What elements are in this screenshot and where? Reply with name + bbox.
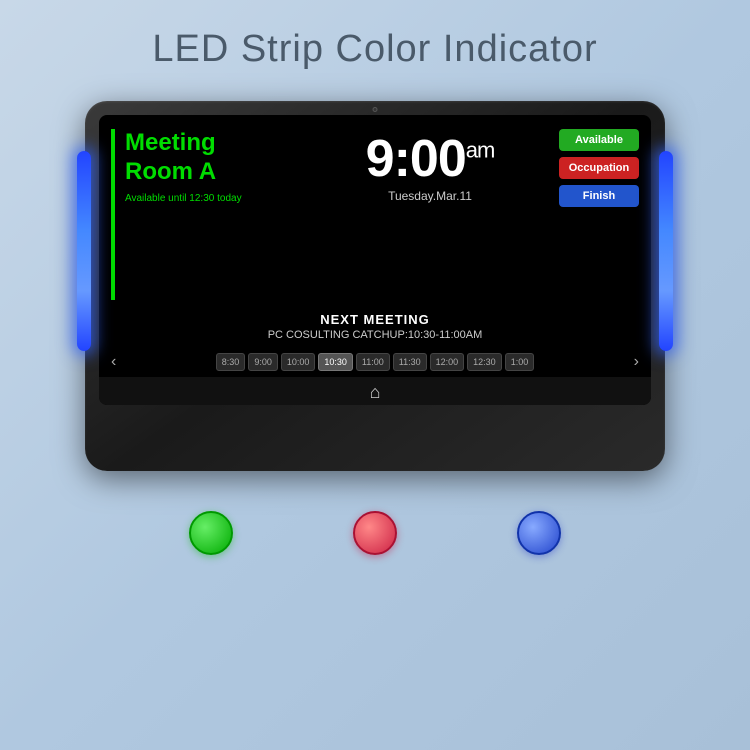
next-meeting-label: NEXT MEETING [111,312,639,327]
timeline-left-arrow[interactable]: ‹ [107,353,120,371]
meeting-details: PC COSULTING CATCHUP:10:30-11:00AM [111,329,639,341]
device-wrapper: Meeting Room A Available until 12:30 tod… [85,101,665,471]
time-slot-1130[interactable]: 11:30 [393,353,427,371]
home-button-area: ⌂ [99,377,651,405]
dot-red [353,511,397,555]
status-finish-button[interactable]: Finish [559,185,639,207]
led-strip-right [659,151,673,351]
device-frame: Meeting Room A Available until 12:30 tod… [85,101,665,471]
time-display: 9:00am [366,133,495,185]
ampm: am [466,138,495,163]
timeline-right-arrow[interactable]: › [630,353,643,371]
page-title: LED Strip Color Indicator [152,28,597,71]
home-icon[interactable]: ⌂ [370,382,381,403]
time-slot-1230[interactable]: 12:30 [467,353,502,371]
meeting-section: NEXT MEETING PC COSULTING CATCHUP:10:30-… [99,308,651,347]
timeline-slots: 8:30 9:00 10:00 10:30 11:00 11:30 12:00 … [123,353,626,371]
room-status: Available until 12:30 today [125,193,311,204]
time-slot-1100[interactable]: 11:00 [356,353,390,371]
screen-top: Meeting Room A Available until 12:30 tod… [99,115,651,308]
status-panel: Available Occupation Finish [549,129,639,300]
timeline-section: ‹ 8:30 9:00 10:00 10:30 11:00 11:30 12:0… [99,347,651,377]
status-occupation-button[interactable]: Occupation [559,157,639,179]
time-slot-1030[interactable]: 10:30 [318,353,353,371]
room-name: Meeting Room A [125,129,311,187]
camera-dot [373,107,378,112]
led-strip-left [77,151,91,351]
status-available-button[interactable]: Available [559,129,639,151]
room-name-line2: Room A [125,158,216,185]
time-slot-100[interactable]: 1:00 [505,353,535,371]
time-slot-830[interactable]: 8:30 [216,353,246,371]
date-display: Tuesday.Mar.11 [388,189,472,203]
screen: Meeting Room A Available until 12:30 tod… [99,115,651,405]
time-slot-900[interactable]: 9:00 [248,353,278,371]
dot-green [189,511,233,555]
room-info: Meeting Room A Available until 12:30 tod… [111,129,311,300]
time-value: 9:00 [366,130,466,188]
time-slot-1200[interactable]: 12:00 [430,353,465,371]
color-indicators [189,511,561,555]
time-panel: 9:00am Tuesday.Mar.11 [321,129,539,300]
dot-blue [517,511,561,555]
time-slot-1000[interactable]: 10:00 [281,353,316,371]
room-name-line1: Meeting [125,129,216,156]
